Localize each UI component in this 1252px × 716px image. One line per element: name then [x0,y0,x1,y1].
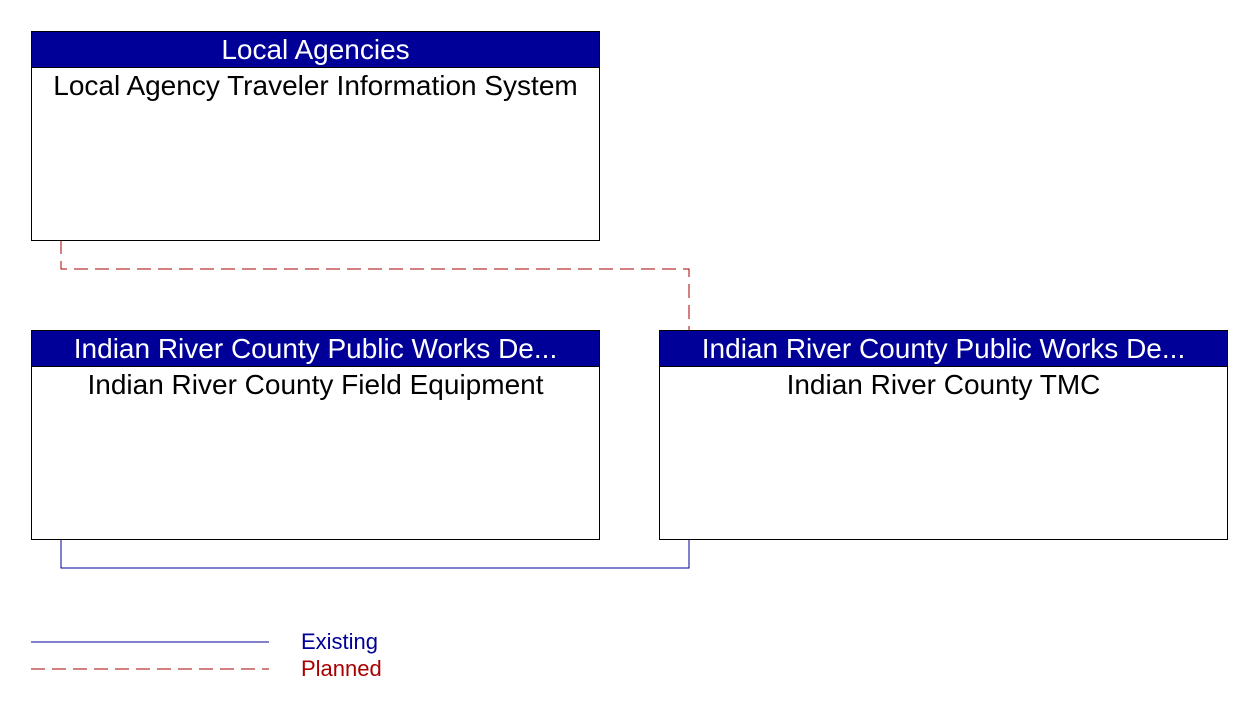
box-header-public-works-field: Indian River County Public Works De... [32,331,599,367]
box-title-tmc: Indian River County TMC [786,369,1101,400]
field-equipment-box[interactable]: Indian River County Public Works De... I… [31,330,600,540]
existing-connector-field-to-tmc [60,539,690,569]
tmc-box[interactable]: Indian River County Public Works De... I… [659,330,1228,540]
local-agency-traveler-info-box[interactable]: Local Agencies Local Agency Traveler Inf… [31,31,600,241]
box-header-local-agencies: Local Agencies [32,32,599,68]
legend-existing-label: Existing [301,629,379,654]
legend-planned-label: Planned [301,656,382,681]
box-title-field-equipment: Indian River County Field Equipment [87,369,544,400]
box-title-local-agency-traveler-info: Local Agency Traveler Information System [53,70,578,101]
box-header-public-works-tmc: Indian River County Public Works De... [660,331,1227,367]
planned-connector-local-to-tmc [60,240,690,331]
